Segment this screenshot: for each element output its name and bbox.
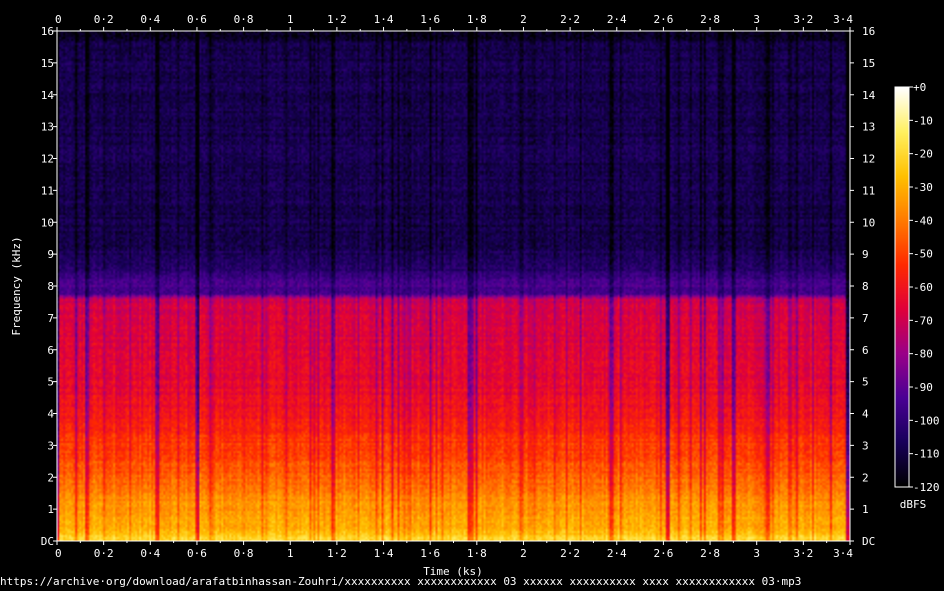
y-tick-label-left: 8 [47, 280, 54, 293]
x-tick-label-top: 0·2 [94, 13, 114, 26]
y-tick-label-left: 7 [47, 312, 54, 325]
y-tick-label-right: 3 [862, 439, 869, 452]
x-tick-label-bottom: 1 [287, 547, 294, 560]
y-tick-label-right: 5 [862, 376, 869, 389]
y-tick-label-right: 11 [862, 184, 875, 197]
y-tick-label-left: 16 [41, 25, 54, 38]
colorbar-tick-label: -80 [913, 348, 933, 361]
x-tick-label-bottom: 1·6 [420, 547, 440, 560]
y-tick-label-right: 6 [862, 344, 869, 357]
x-tick-label-top: 0·6 [187, 13, 207, 26]
y-tick-label-left: 5 [47, 376, 54, 389]
x-tick-label-bottom: 1·2 [327, 547, 347, 560]
y-axis-right: DC12345678910111213141516 [850, 25, 876, 548]
x-tick-label-top: 2·6 [653, 13, 673, 26]
source-url: https://archive·org/download/arafatbinha… [0, 575, 802, 588]
colorbar-tick-label: +0 [913, 81, 926, 94]
colorbar-label: dBFS [900, 498, 927, 511]
x-tick-label-top: 2·8 [700, 13, 720, 26]
x-tick-label-top: 3·2 [793, 13, 813, 26]
spectrogram-image [57, 31, 850, 541]
colorbar-tick-label: -70 [913, 314, 933, 327]
y-tick-label-right: 1 [862, 503, 869, 516]
x-tick-label-top: 2·2 [560, 13, 580, 26]
x-tick-label-bottom: 2·6 [653, 547, 673, 560]
y-tick-label-right: 4 [862, 408, 869, 421]
x-tick-label-top: 3 [753, 13, 760, 26]
y-tick-label-left: 2 [47, 471, 54, 484]
colorbar-tick-label: -120 [913, 481, 940, 494]
x-tick-label-bottom: 0·8 [234, 547, 254, 560]
x-tick-label-top: 2 [520, 13, 527, 26]
colorbar-ticks: +0 -10 -20 -30 -40 -50 -60 -70 -80 -90 -100 -110 -12… [909, 81, 940, 494]
x-tick-label-bottom: 0 [55, 547, 62, 560]
x-tick-label-top: 2·4 [607, 13, 627, 26]
x-tick-label-bottom: 2 [520, 547, 527, 560]
x-tick-label-bottom: 0·4 [140, 547, 160, 560]
y-tick-label-right: 16 [862, 25, 875, 38]
x-tick-label-top: 1·2 [327, 13, 347, 26]
y-tick-label-right: 8 [862, 280, 869, 293]
plot-area [56, 30, 851, 542]
colorbar-tick-label: -60 [913, 281, 933, 294]
y-tick-label-left: 1 [47, 503, 54, 516]
x-tick-label-top: 1·4 [374, 13, 394, 26]
x-tick-label-bottom: 2·8 [700, 547, 720, 560]
spectrogram-chart: 0 0·2 0·4 0·6 0·8 1 1·2 1·4 1·6 1·8 2 2·2 2·4 2·6 2·8 3… [10, 13, 940, 578]
colorbar-tick-label: -110 [913, 448, 940, 461]
y-tick-label-left: 9 [47, 248, 54, 261]
colorbar-tick-label: -10 [913, 114, 933, 127]
y-tick-label-left: 4 [47, 408, 54, 421]
x-tick-label-bottom: 2·2 [560, 547, 580, 560]
y-tick-label-right: DC [862, 535, 875, 548]
x-axis-top: 0 0·2 0·4 0·6 0·8 1 1·2 1·4 1·6 1·8 2 2·2 2·4 2·6 2·8 3… [55, 13, 853, 31]
y-tick-label-left: DC [41, 535, 54, 548]
y-tick-label-right: 13 [862, 121, 875, 134]
x-tick-label-bottom: 3·4 [833, 547, 853, 560]
colorbar-tick-label: -20 [913, 148, 933, 161]
x-tick-label-bottom: 0·2 [94, 547, 114, 560]
x-tick-label-top: 1·6 [420, 13, 440, 26]
y-tick-label-left: 15 [41, 57, 54, 70]
y-tick-label-right: 9 [862, 248, 869, 261]
x-tick-label-bottom: 1·4 [374, 547, 394, 560]
x-tick-label-bottom: 0·6 [187, 547, 207, 560]
y-tick-label-right: 2 [862, 471, 869, 484]
x-tick-label-bottom: 1·8 [467, 547, 487, 560]
x-tick-label-top: 3·4 [833, 13, 853, 26]
colorbar: +0 -10 -20 -30 -40 -50 -60 -70 -80 -90 -100 -110 -12… [894, 81, 940, 494]
y-tick-label-right: 12 [862, 153, 875, 166]
x-tick-label-top: 0·4 [140, 13, 160, 26]
x-axis-bottom: 0 0·2 0·4 0·6 0·8 1 1·2 1·4 1·6 1·8 2 2·2 2·4 2·6 2·8 3… [55, 541, 853, 560]
y-tick-label-left: 10 [41, 216, 54, 229]
colorbar-gradient [895, 87, 909, 487]
y-tick-label-right: 7 [862, 312, 869, 325]
colorbar-tick-label: -90 [913, 381, 933, 394]
y-axis-label: Frequency (kHz) [10, 236, 23, 335]
x-tick-label-bottom: 3 [753, 547, 760, 560]
x-tick-label-top: 1·8 [467, 13, 487, 26]
y-tick-label-left: 3 [47, 439, 54, 452]
colorbar-tick-label: -40 [913, 214, 933, 227]
x-tick-label-bottom: 2·4 [607, 547, 627, 560]
y-tick-label-right: 15 [862, 57, 875, 70]
x-tick-label-top: 1 [287, 13, 294, 26]
x-tick-label-top: 0 [55, 13, 62, 26]
x-tick-label-top: 0·8 [234, 13, 254, 26]
y-axis-left: DC12345678910111213141516 [41, 25, 57, 548]
y-tick-label-right: 10 [862, 216, 875, 229]
x-tick-label-bottom: 3·2 [793, 547, 813, 560]
y-tick-label-right: 14 [862, 89, 876, 102]
y-tick-label-left: 6 [47, 344, 54, 357]
y-tick-label-left: 14 [41, 89, 55, 102]
colorbar-tick-label: -50 [913, 248, 933, 261]
y-tick-label-left: 12 [41, 153, 54, 166]
colorbar-tick-label: -30 [913, 181, 933, 194]
colorbar-tick-label: -100 [913, 414, 940, 427]
y-tick-label-left: 11 [41, 184, 54, 197]
y-tick-label-left: 13 [41, 121, 54, 134]
